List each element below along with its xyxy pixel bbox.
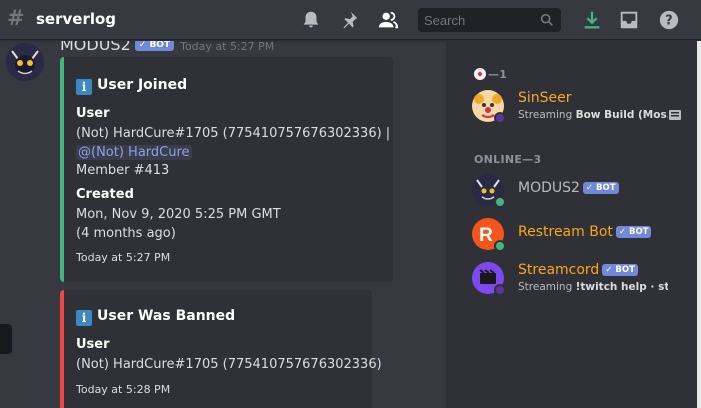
embed-footer-timestamp: Today at 5:28 PM: [76, 383, 171, 396]
member-activity: Streaming !twitch help · strea...: [518, 281, 668, 293]
channel-name: serverlog: [36, 10, 117, 28]
online-status-icon: [494, 196, 506, 208]
embed-footer-timestamp: Today at 5:27 PM: [76, 251, 171, 264]
svg-text:R: R: [479, 225, 493, 246]
member-restream-bot[interactable]: R Restream Bot ✓ BOT: [472, 214, 697, 256]
scrollbar-track[interactable]: [446, 41, 456, 408]
help-icon[interactable]: ?: [658, 9, 680, 31]
member-sinseer[interactable]: SinSeer Streaming Bow Build (Mos...: [472, 86, 697, 128]
member-list-icon[interactable]: [377, 9, 399, 31]
window-edge: [697, 41, 701, 408]
bot-badge: ✓ BOT: [615, 226, 652, 238]
member-list: —1 SinSeer Streaming Bow Build (Mos...: [456, 41, 701, 408]
field-name: User: [76, 337, 110, 352]
online-group-header: ONLINE—3: [474, 153, 542, 166]
search-icon: [540, 13, 553, 26]
member-streamcord[interactable]: Streamcord ✓ BOT Streaming !twitch help ·…: [472, 258, 697, 300]
bot-badge: ✓ BOT: [582, 182, 619, 194]
embed-color-bar: [60, 290, 64, 408]
bot-badge: ✓ BOT: [134, 41, 175, 51]
message-timestamp: Today at 5:27 PM: [180, 41, 275, 53]
embed-title: i User Was Banned: [76, 308, 235, 326]
field-value: (4 months ago): [76, 226, 176, 241]
author-name[interactable]: MODUS2: [60, 41, 131, 54]
member-group-header: —1: [474, 68, 507, 81]
user-mention-line: @(Not) HardCure: [76, 143, 192, 162]
message-list: MODUS2 ✓ BOT Today at 5:27 PM i User Joined…: [0, 41, 446, 408]
field-value: Member #413: [76, 163, 170, 178]
field-value: Mon, Nov 9, 2020 5:25 PM GMT: [76, 207, 281, 222]
discord-app: # serverlog Search ? MODUS2 ✓ BOT Today …: [0, 0, 701, 408]
member-name: Streamcord ✓ BOT: [518, 262, 638, 278]
streaming-status-icon: [494, 284, 506, 296]
member-activity: Streaming Bow Build (Mos...: [518, 109, 668, 121]
embed-user-joined: i User Joined User (Not) HardCure#1705 (7…: [60, 57, 393, 282]
search-input[interactable]: Search: [418, 8, 561, 32]
member-name: MODUS2 ✓ BOT: [518, 180, 619, 196]
pinned-messages-icon[interactable]: [338, 9, 360, 31]
channel-header: # serverlog Search ?: [0, 0, 701, 40]
embed-user-banned: i User Was Banned User (Not) HardCure#170…: [60, 290, 382, 408]
info-icon: i: [76, 310, 92, 326]
clown-role-icon: [474, 68, 486, 80]
rich-presence-icon: [669, 110, 681, 120]
embed-color-bar: [60, 57, 64, 282]
streaming-status-icon: [494, 112, 506, 124]
field-name: User: [76, 106, 110, 121]
side-tab-handle[interactable]: [0, 324, 12, 354]
user-mention[interactable]: @(Not) HardCure: [76, 145, 192, 160]
avatar: [472, 262, 506, 296]
embed-title: i User Joined: [76, 77, 187, 95]
svg-text:?: ?: [665, 14, 672, 29]
field-value: (Not) HardCure#1705 (775410757676302336): [76, 357, 382, 372]
avatar[interactable]: [6, 43, 44, 81]
text-channel-hash-icon: #: [7, 6, 25, 30]
member-modus2[interactable]: MODUS2 ✓ BOT: [472, 170, 697, 212]
field-value: (Not) HardCure#1705 (775410757676302336)…: [76, 126, 391, 141]
member-name: SinSeer: [518, 90, 572, 106]
online-status-icon: [494, 240, 506, 252]
inbox-icon[interactable]: [618, 9, 640, 31]
avatar: [472, 174, 506, 208]
notification-bell-icon[interactable]: [300, 9, 322, 31]
bot-badge: ✓ BOT: [602, 264, 638, 276]
avatar: R: [472, 218, 506, 252]
message-header: MODUS2 ✓ BOT Today at 5:27 PM: [60, 41, 275, 54]
field-name: Created: [76, 187, 134, 202]
search-placeholder: Search: [424, 13, 466, 28]
download-icon[interactable]: [581, 9, 603, 31]
info-icon: i: [76, 79, 92, 95]
avatar: [472, 90, 506, 124]
member-name: Restream Bot ✓ BOT: [518, 224, 652, 240]
